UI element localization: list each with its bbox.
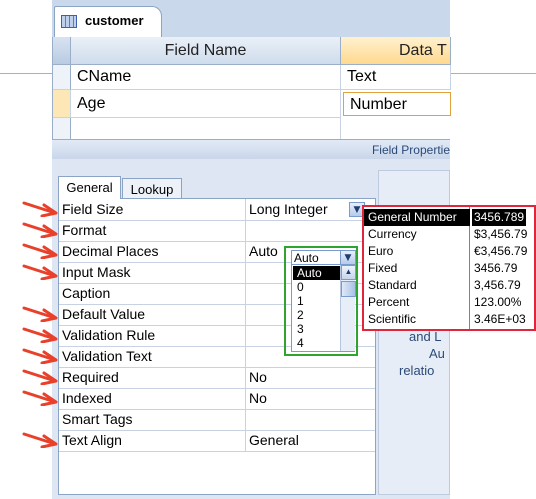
property-name: Decimal Places [62,243,159,259]
red-arrow-icon [22,390,58,406]
red-arrow-icon [22,222,58,238]
property-name: Text Align [62,432,122,448]
field-name-cell[interactable]: CName [71,65,341,90]
property-row-format[interactable]: Format [59,220,375,242]
decimal-option[interactable]: Auto [293,266,341,280]
property-name: Smart Tags [62,411,133,427]
tab-general[interactable]: General [58,176,121,199]
help-text-line: Au [429,346,445,361]
field-properties-label: Field Propertie [371,143,450,157]
red-arrow-icon [22,201,58,217]
property-row-required[interactable]: Required No [59,367,375,389]
property-name: Validation Rule [62,327,156,343]
scrollbar-thumb[interactable] [341,281,356,297]
format-example: €3,456.79 [474,244,528,258]
red-arrow-icon [22,243,58,259]
decimal-list-scrollbar[interactable]: ▲ [340,265,356,351]
help-text-line: and L [409,329,442,344]
table-icon [61,15,77,28]
property-row-smart-tags[interactable]: Smart Tags [59,409,375,431]
design-grid: Field Name Data T CName Text Age Number [52,37,451,139]
property-value[interactable]: No [249,388,267,409]
red-arrow-icon [22,264,58,280]
data-type-cell[interactable]: Text [341,65,451,90]
row-selector[interactable] [53,65,71,90]
property-value[interactable]: No [249,367,267,388]
property-name: Validation Text [62,348,152,364]
row-selector[interactable] [53,118,71,139]
empty-field-cell[interactable] [71,118,341,139]
table-tab-label: customer [85,13,144,28]
tab-lookup[interactable]: Lookup [122,178,182,199]
property-name: Field Size [62,201,124,217]
format-example: 3456.79 [474,261,518,275]
property-name: Default Value [62,306,146,322]
chevron-down-icon[interactable]: ▼ [340,250,356,265]
data-type-cell[interactable]: Number [343,92,451,116]
property-value[interactable]: Long Integer [249,199,328,220]
red-arrow-icon [22,432,58,448]
property-row-text-align[interactable]: Text Align General [59,430,375,452]
format-examples: 3456.789 $3,456.79 €3,456.79 3456.79 3,4… [364,207,534,329]
decimal-places-combo[interactable]: Auto [291,250,343,265]
help-text-line: relatio [399,363,435,378]
red-arrow-icon [22,306,58,322]
property-name: Format [62,222,107,238]
format-example: 3.46E+03 [474,312,526,326]
data-type-header: Data T [341,37,451,65]
field-properties-bar: Field Propertie [52,139,450,159]
red-arrow-icon [22,348,58,364]
field-name-header: Field Name [71,37,341,65]
decimal-option[interactable]: 2 [293,308,341,322]
property-value[interactable]: Auto [249,241,278,262]
decimal-places-list: Auto 0 1 2 3 4 ▲ [291,264,356,352]
format-example: $3,456.79 [474,227,528,241]
format-example: 3,456.79 [474,278,521,292]
property-name: Input Mask [62,264,131,280]
property-name: Required [62,369,119,385]
table-tab-customer[interactable]: customer [54,6,162,37]
format-example: 3456.789 [472,209,527,226]
row-selector-header[interactable] [53,37,71,65]
red-arrow-icon [22,327,58,343]
decimal-places-current: Auto [294,251,319,265]
format-example: 123.00% [474,295,522,309]
property-row-field-size[interactable]: Field Size Long Integer ▼ [59,199,375,221]
property-row-indexed[interactable]: Indexed No [59,388,375,410]
scroll-up-arrow-icon[interactable]: ▲ [341,265,356,280]
decimal-option[interactable]: 3 [293,322,341,336]
property-name: Indexed [62,390,112,406]
property-name: Caption [62,285,111,301]
red-arrow-icon [22,369,58,385]
decimal-option[interactable]: 4 [293,336,341,350]
decimal-option[interactable]: 0 [293,280,341,294]
field-name-cell[interactable]: Age [71,90,341,118]
property-value[interactable]: General [249,430,299,451]
row-selector-selected[interactable] [53,90,71,118]
decimal-option[interactable]: 1 [293,294,341,308]
